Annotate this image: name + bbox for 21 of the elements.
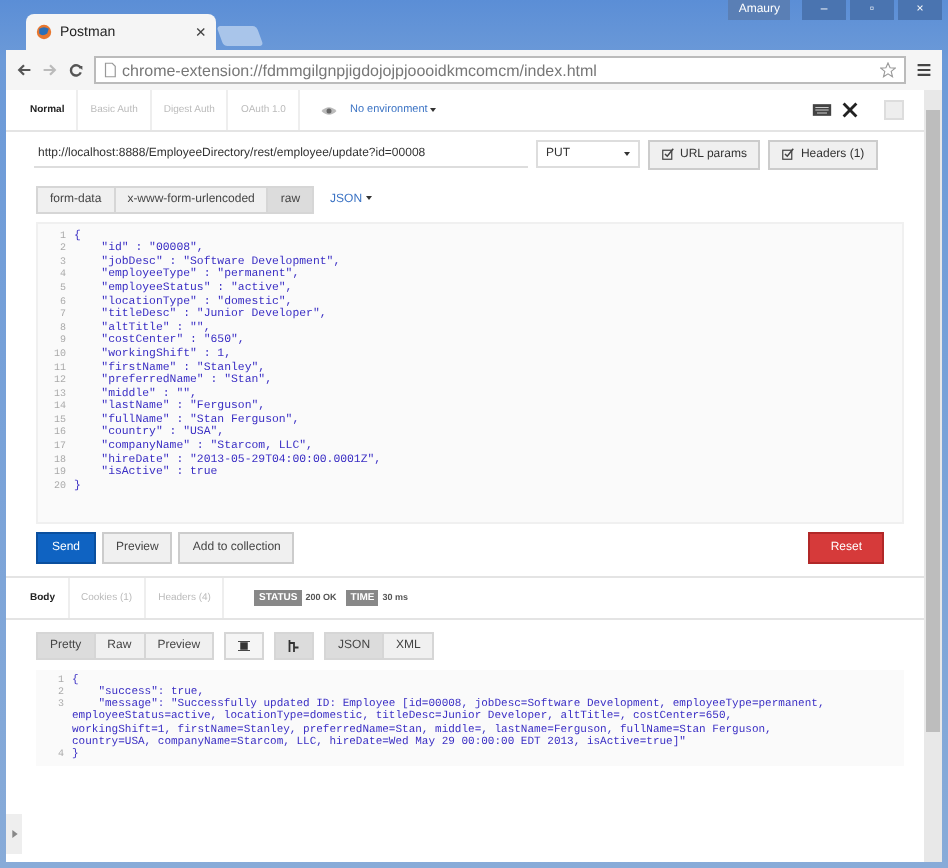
wrap-button[interactable]	[274, 631, 315, 660]
page-icon	[104, 62, 116, 78]
expand-icon	[11, 830, 17, 838]
tools-icon[interactable]	[840, 102, 860, 118]
square-icon	[238, 639, 251, 652]
caret-icon	[624, 152, 630, 157]
close-tab-button[interactable]: ×	[195, 22, 206, 42]
menu-icon[interactable]	[916, 62, 932, 78]
scrollbar[interactable]	[924, 90, 942, 862]
caret-icon	[365, 196, 372, 200]
keyboard-icon[interactable]	[812, 102, 832, 118]
back-icon[interactable]	[16, 62, 32, 78]
eye-icon	[319, 105, 338, 115]
reload-icon[interactable]	[68, 62, 84, 78]
caret-icon	[430, 107, 437, 112]
globe-icon	[36, 24, 52, 40]
star-icon[interactable]	[880, 62, 896, 78]
fullscreen-button[interactable]	[224, 631, 265, 660]
sidebar-toggle-button[interactable]	[6, 814, 22, 854]
address-bar[interactable]: chrome-extension://fdmmgilgnpjigdojojpjoooidkmcomcm/index.html	[94, 56, 906, 84]
wrap-icon	[288, 639, 301, 652]
